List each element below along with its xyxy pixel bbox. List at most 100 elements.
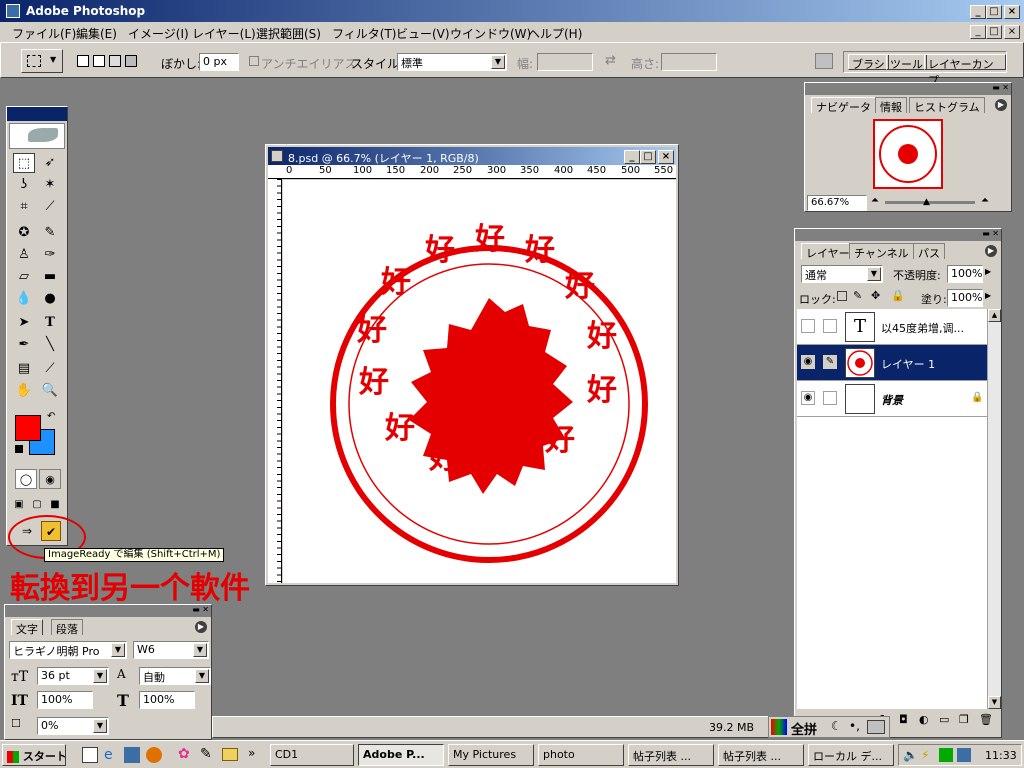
subtract-selection-icon[interactable]: [109, 55, 121, 67]
taskbar-button-my-pictures[interactable]: My Pictures: [448, 744, 534, 766]
tray-speaker-icon[interactable]: 🔈: [903, 748, 918, 762]
layers-scrollbar[interactable]: ▲ ▼: [987, 309, 1001, 709]
pen-tool-icon[interactable]: ✒: [13, 335, 35, 355]
quicklaunch-firefox-icon[interactable]: [146, 747, 162, 763]
tab-paths[interactable]: パス: [913, 243, 945, 260]
doc-minimize-button[interactable]: _: [970, 25, 986, 39]
navigator-title-bar[interactable]: ▬ ✕: [805, 83, 1011, 95]
doc-restore-button[interactable]: □: [986, 25, 1002, 39]
document-close-button[interactable]: ×: [658, 150, 674, 164]
document-canvas[interactable]: 好 好 好 好 好 好 好 好 好 好 好 好 好: [283, 180, 676, 583]
leading-input[interactable]: 自動 ▼: [139, 667, 211, 685]
quicklaunch-ie-icon[interactable]: e: [104, 747, 113, 763]
quicklaunch-flower-icon[interactable]: ✿: [178, 746, 190, 762]
ime-punct-icon[interactable]: •,: [849, 719, 860, 733]
menu-window[interactable]: ウインドウ(W): [450, 25, 531, 42]
start-button[interactable]: スタート: [2, 744, 66, 766]
lasso-tool-icon[interactable]: ʖ: [13, 175, 35, 195]
lock-all-icon[interactable]: 🔒: [891, 289, 905, 302]
opacity-arrow-icon[interactable]: ▶: [985, 267, 991, 276]
palette-well-tab-brush[interactable]: ブラシ: [848, 54, 889, 71]
document-title-bar[interactable]: 8.psd @ 66.7% (レイヤー 1, RGB/8) _ □ ×: [268, 147, 676, 165]
close-button[interactable]: ×: [1004, 5, 1020, 19]
menu-layer[interactable]: レイヤー(L): [192, 25, 256, 42]
slice-tool-icon[interactable]: ⟋: [39, 197, 61, 217]
screen-mode-full-menu-icon[interactable]: ▢: [29, 495, 45, 515]
vertical-scale-input[interactable]: 100%: [37, 691, 93, 709]
zoom-out-icon[interactable]: ⏶: [871, 195, 879, 206]
zoom-in-icon[interactable]: ⏶: [981, 195, 989, 206]
magic-wand-tool-icon[interactable]: ✶: [39, 175, 61, 195]
marquee-preset-picker[interactable]: ▼: [21, 49, 63, 73]
ime-logo-icon[interactable]: [771, 719, 787, 735]
layer-row[interactable]: T 以45度弟增,调...: [797, 309, 987, 345]
palette-menu-icon[interactable]: ▶: [985, 245, 997, 257]
path-selection-tool-icon[interactable]: ➤: [13, 313, 35, 333]
history-brush-tool-icon[interactable]: ✑: [39, 245, 61, 265]
tab-character[interactable]: 文字: [11, 619, 43, 636]
gradient-tool-icon[interactable]: ▬: [39, 267, 61, 287]
menu-file[interactable]: ファイル(F): [12, 25, 76, 42]
menu-select[interactable]: 選択範囲(S): [256, 25, 321, 42]
font-family-select[interactable]: ヒラギノ明朝 Pro ▼: [9, 641, 127, 659]
document-maximize-button[interactable]: □: [640, 150, 656, 164]
screen-mode-full-icon[interactable]: ■: [47, 495, 63, 515]
quicklaunch-media-icon[interactable]: [124, 747, 140, 763]
screen-mode-standard-icon[interactable]: ▣: [11, 495, 27, 515]
adobe-online-logo[interactable]: [9, 123, 65, 149]
menu-view[interactable]: ビュー(V): [396, 25, 450, 42]
clock[interactable]: 11:33: [985, 749, 1017, 762]
tab-info[interactable]: 情報: [875, 97, 907, 114]
minimize-button[interactable]: _: [970, 5, 986, 19]
printer-icon[interactable]: [815, 53, 833, 69]
eye-icon[interactable]: ◉: [801, 391, 815, 405]
tab-navigator[interactable]: ナビゲータ: [811, 97, 876, 114]
maximize-button[interactable]: □: [986, 5, 1002, 19]
new-layer-icon[interactable]: ❐: [959, 713, 969, 726]
navigator-preview[interactable]: [873, 119, 943, 189]
layer-mask-icon[interactable]: ◘: [899, 713, 908, 726]
palette-well-tab-comps[interactable]: レイヤーカンプ: [924, 54, 1006, 87]
notes-tool-icon[interactable]: ▤: [13, 359, 35, 379]
ime-moon-icon[interactable]: ☾: [831, 719, 842, 733]
default-colors-icon[interactable]: [15, 445, 23, 453]
taskbar-button-forum-2[interactable]: 帖子列表 ...: [718, 744, 804, 766]
layers-title-bar[interactable]: ▬ ✕: [795, 229, 1001, 241]
style-select[interactable]: 標準 ▼: [397, 53, 507, 71]
toolbox-title-bar[interactable]: [7, 107, 67, 121]
tracking-input[interactable]: 0% ▼: [37, 717, 109, 735]
foreground-color-swatch[interactable]: [15, 415, 41, 441]
eraser-tool-icon[interactable]: ▱: [13, 267, 35, 287]
tray-monitor-icon[interactable]: [957, 748, 971, 762]
taskbar-button-forum-1[interactable]: 帖子列表 ...: [628, 744, 714, 766]
new-group-icon[interactable]: ▭: [939, 713, 949, 726]
navigator-zoom-input[interactable]: 66.67%: [807, 195, 867, 211]
palette-menu-icon[interactable]: ▶: [995, 99, 1007, 111]
adjustment-layer-icon[interactable]: ◐: [919, 713, 929, 726]
taskbar-button-local-disk[interactable]: ローカル デ...: [808, 744, 894, 766]
taskbar-button-photoshop[interactable]: Adobe P...: [358, 744, 444, 766]
menu-help[interactable]: ヘルプ(H): [528, 25, 582, 42]
font-size-input[interactable]: 36 pt ▼: [37, 667, 109, 685]
tray-network-icon[interactable]: ⚡: [921, 748, 929, 762]
quicklaunch-more-icon[interactable]: »: [248, 746, 255, 760]
healing-brush-tool-icon[interactable]: ✪: [13, 223, 35, 243]
type-tool-icon[interactable]: T: [39, 313, 61, 333]
character-title-bar[interactable]: ▬ ✕: [5, 605, 211, 617]
palette-well-tab-tool[interactable]: ツール: [886, 54, 927, 71]
layer-row[interactable]: ◉ 背景 🔒: [797, 381, 987, 417]
brush-link-icon[interactable]: ✎: [823, 355, 837, 369]
blur-tool-icon[interactable]: 💧: [13, 289, 35, 309]
doc-close-button[interactable]: ×: [1004, 25, 1020, 39]
add-selection-icon[interactable]: [93, 55, 105, 67]
document-minimize-button[interactable]: _: [624, 150, 640, 164]
crop-tool-icon[interactable]: ⌗: [13, 197, 35, 217]
dodge-tool-icon[interactable]: ●: [39, 289, 61, 309]
ime-keyboard-icon[interactable]: [867, 720, 885, 734]
menu-edit[interactable]: 編集(E): [76, 25, 117, 42]
lock-transparency-icon[interactable]: [837, 291, 847, 301]
tab-histogram[interactable]: ヒストグラム: [909, 97, 985, 114]
intersect-selection-icon[interactable]: [125, 55, 137, 67]
taskbar-button-photo[interactable]: photo: [538, 744, 624, 766]
new-selection-icon[interactable]: [77, 55, 89, 67]
